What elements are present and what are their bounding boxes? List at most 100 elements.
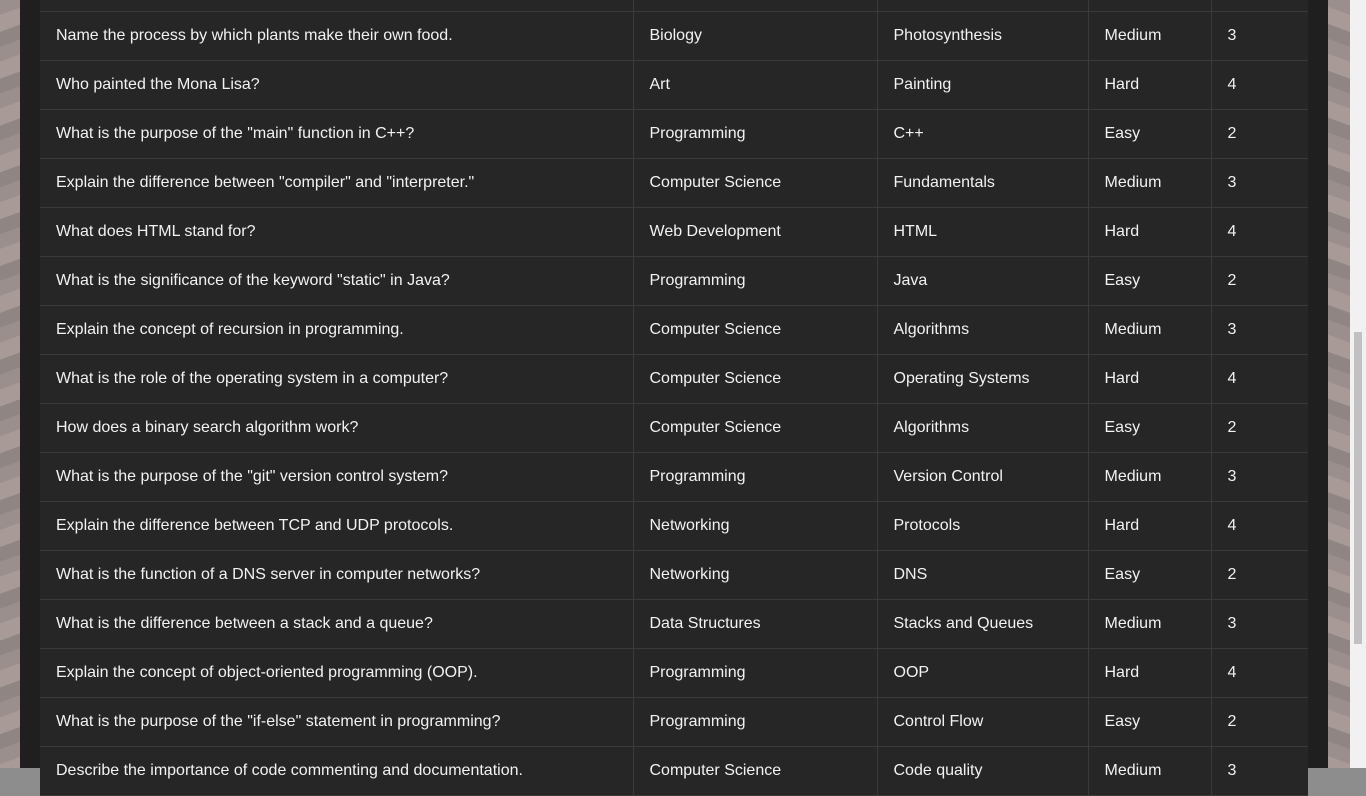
cell-difficulty: Easy	[1088, 403, 1212, 453]
cell-points: 3	[1211, 452, 1308, 502]
cell-question	[40, 0, 634, 12]
cell-topic: HTML	[877, 207, 1089, 257]
table-row[interactable]: What is the function of a DNS server in …	[40, 550, 1308, 600]
cell-subject: Programming	[633, 648, 878, 698]
cell-subject: Computer Science	[633, 354, 878, 404]
cell-points: 3	[1211, 746, 1308, 796]
cell-subject	[633, 0, 878, 12]
cell-difficulty: Easy	[1088, 550, 1212, 600]
table-row[interactable]: What is the role of the operating system…	[40, 354, 1308, 404]
questions-table-wrapper: Name the process by which plants make th…	[40, 0, 1308, 796]
cell-points: 3	[1211, 158, 1308, 208]
cell-difficulty: Hard	[1088, 207, 1212, 257]
results-panel: Name the process by which plants make th…	[20, 0, 1328, 796]
cell-subject: Networking	[633, 550, 878, 600]
cell-subject: Programming	[633, 697, 878, 747]
cell-topic: OOP	[877, 648, 1089, 698]
cell-question: What is the purpose of the "if-else" sta…	[40, 697, 634, 747]
cell-question: What is the role of the operating system…	[40, 354, 634, 404]
cell-subject: Computer Science	[633, 746, 878, 796]
cell-question: Explain the concept of recursion in prog…	[40, 305, 634, 355]
cell-question: What is the difference between a stack a…	[40, 599, 634, 649]
cell-difficulty: Hard	[1088, 501, 1212, 551]
cell-points: 3	[1211, 305, 1308, 355]
cell-subject: Art	[633, 60, 878, 110]
cell-points	[1211, 0, 1308, 12]
cell-subject: Computer Science	[633, 305, 878, 355]
cell-question: Describe the importance of code commenti…	[40, 746, 634, 796]
cell-topic	[877, 0, 1089, 12]
cell-points: 3	[1211, 599, 1308, 649]
cell-subject: Computer Science	[633, 403, 878, 453]
background-left	[0, 0, 20, 768]
cell-difficulty: Hard	[1088, 648, 1212, 698]
cell-topic: Version Control	[877, 452, 1089, 502]
cell-difficulty: Medium	[1088, 746, 1212, 796]
cell-topic: Protocols	[877, 501, 1089, 551]
cell-points: 2	[1211, 550, 1308, 600]
table-row[interactable]: Explain the concept of recursion in prog…	[40, 305, 1308, 355]
cell-difficulty: Easy	[1088, 109, 1212, 159]
cell-points: 4	[1211, 354, 1308, 404]
cell-question: Explain the concept of object-oriented p…	[40, 648, 634, 698]
cell-subject: Networking	[633, 501, 878, 551]
cell-subject: Programming	[633, 109, 878, 159]
cell-topic: Stacks and Queues	[877, 599, 1089, 649]
cell-question: What does HTML stand for?	[40, 207, 634, 257]
cell-topic: Photosynthesis	[877, 11, 1089, 61]
background-right	[1328, 0, 1350, 768]
cell-topic: C++	[877, 109, 1089, 159]
cell-topic: Algorithms	[877, 305, 1089, 355]
cell-question: Explain the difference between TCP and U…	[40, 501, 634, 551]
table-row[interactable]	[40, 0, 1308, 12]
questions-table-body: Name the process by which plants make th…	[40, 0, 1308, 796]
cell-difficulty: Hard	[1088, 354, 1212, 404]
cell-question: What is the significance of the keyword …	[40, 256, 634, 306]
cell-question: What is the function of a DNS server in …	[40, 550, 634, 600]
cell-difficulty: Medium	[1088, 158, 1212, 208]
cell-points: 4	[1211, 207, 1308, 257]
cell-topic: Fundamentals	[877, 158, 1089, 208]
cell-question: How does a binary search algorithm work?	[40, 403, 634, 453]
cell-difficulty: Medium	[1088, 452, 1212, 502]
table-row[interactable]: What is the purpose of the "if-else" sta…	[40, 697, 1308, 747]
cell-topic: Algorithms	[877, 403, 1089, 453]
cell-difficulty: Medium	[1088, 599, 1212, 649]
cell-points: 2	[1211, 109, 1308, 159]
table-row[interactable]: How does a binary search algorithm work?…	[40, 403, 1308, 453]
cell-difficulty: Hard	[1088, 60, 1212, 110]
table-row[interactable]: Explain the difference between "compiler…	[40, 158, 1308, 208]
cell-subject: Web Development	[633, 207, 878, 257]
table-row[interactable]: Describe the importance of code commenti…	[40, 746, 1308, 796]
cell-topic: Operating Systems	[877, 354, 1089, 404]
table-row[interactable]: What is the difference between a stack a…	[40, 599, 1308, 649]
questions-table: Name the process by which plants make th…	[40, 0, 1308, 796]
table-row[interactable]: What is the significance of the keyword …	[40, 256, 1308, 306]
cell-subject: Data Structures	[633, 599, 878, 649]
cell-points: 2	[1211, 403, 1308, 453]
table-row[interactable]: Explain the difference between TCP and U…	[40, 501, 1308, 551]
cell-subject: Programming	[633, 452, 878, 502]
cell-topic: Java	[877, 256, 1089, 306]
cell-difficulty: Medium	[1088, 305, 1212, 355]
cell-question: What is the purpose of the "main" functi…	[40, 109, 634, 159]
cell-points: 2	[1211, 256, 1308, 306]
table-row[interactable]: Name the process by which plants make th…	[40, 11, 1308, 61]
table-row[interactable]: What is the purpose of the "git" version…	[40, 452, 1308, 502]
cell-points: 4	[1211, 501, 1308, 551]
table-row[interactable]: What does HTML stand for? Web Development…	[40, 207, 1308, 257]
cell-subject: Computer Science	[633, 158, 878, 208]
cell-points: 4	[1211, 60, 1308, 110]
cell-question: Explain the difference between "compiler…	[40, 158, 634, 208]
table-row[interactable]: Who painted the Mona Lisa? Art Painting Har…	[40, 60, 1308, 110]
scrollbar-thumb[interactable]	[1354, 332, 1362, 644]
vertical-scrollbar[interactable]	[1350, 0, 1366, 768]
cell-points: 3	[1211, 11, 1308, 61]
table-row[interactable]: Explain the concept of object-oriented p…	[40, 648, 1308, 698]
cell-difficulty: Easy	[1088, 697, 1212, 747]
cell-difficulty	[1088, 0, 1212, 12]
cell-topic: Control Flow	[877, 697, 1089, 747]
cell-points: 2	[1211, 697, 1308, 747]
cell-question: Who painted the Mona Lisa?	[40, 60, 634, 110]
table-row[interactable]: What is the purpose of the "main" functi…	[40, 109, 1308, 159]
